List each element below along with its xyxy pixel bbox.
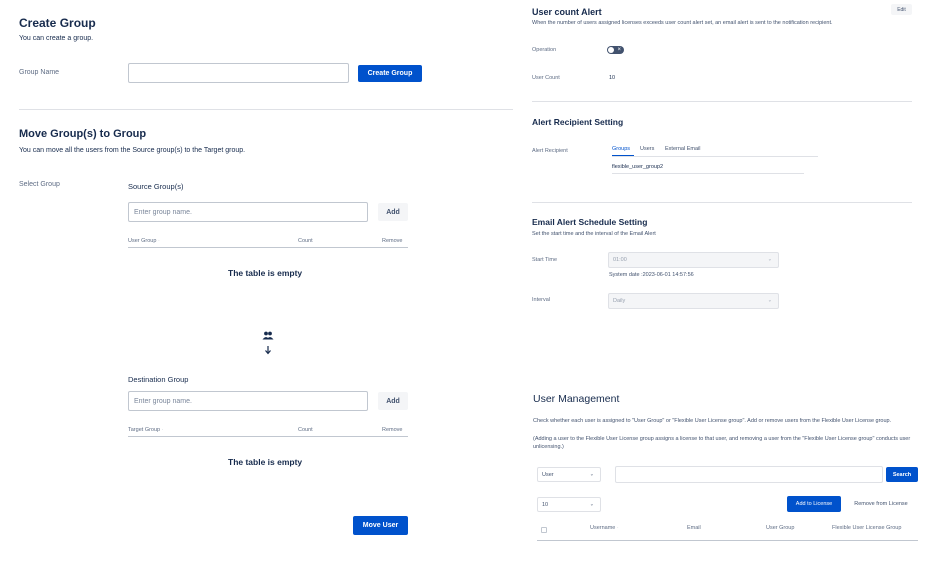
- destination-col-count: Count: [298, 427, 313, 433]
- destination-col-target-group[interactable]: Target Group ·: [128, 427, 163, 433]
- user-count-label: User Count: [532, 75, 560, 81]
- add-to-license-button[interactable]: Add to License: [787, 496, 841, 512]
- destination-empty-text: The table is empty: [228, 457, 303, 467]
- move-group-title: Move Group(s) to Group: [19, 128, 147, 140]
- col-user-group: User Group: [766, 525, 795, 531]
- group-name-label: Group Name: [19, 69, 60, 76]
- user-search-input[interactable]: [615, 466, 883, 483]
- move-group-description: You can move all the users from the Sour…: [19, 147, 246, 154]
- source-table-divider: [128, 247, 408, 248]
- create-group-description: You can create a group.: [19, 35, 94, 42]
- destination-add-button[interactable]: Add: [378, 392, 408, 410]
- source-group-label: Source Group(s): [128, 182, 184, 191]
- tab-external-email[interactable]: External Email: [665, 146, 700, 152]
- remove-from-license-button[interactable]: Remove from License: [844, 496, 918, 512]
- close-icon: ×: [617, 47, 621, 53]
- destination-table-divider: [128, 436, 408, 437]
- col-username[interactable]: Username ·: [590, 525, 619, 531]
- user-filter-select[interactable]: User ⌄: [537, 467, 601, 482]
- group-name-input[interactable]: [128, 63, 349, 83]
- source-col-count: Count: [298, 238, 313, 244]
- start-time-value: 01:00: [613, 257, 627, 263]
- chevron-down-icon: ⌄: [589, 471, 594, 478]
- source-add-button[interactable]: Add: [378, 203, 408, 221]
- user-management-note: (Adding a user to the Flexible User Lice…: [533, 436, 911, 450]
- alert-recipient-title: Alert Recipient Setting: [532, 117, 624, 127]
- chevron-down-icon: ⌄: [767, 297, 772, 304]
- edit-button[interactable]: Edit: [891, 4, 912, 15]
- search-button[interactable]: Search: [886, 467, 918, 482]
- destination-group-label: Destination Group: [128, 375, 189, 384]
- email-schedule-title: Email Alert Schedule Setting: [532, 217, 648, 227]
- move-user-button[interactable]: Move User: [353, 516, 408, 535]
- email-schedule-description: Set the start time and the interval of t…: [532, 231, 656, 237]
- source-col-remove: Remove: [382, 238, 403, 244]
- page-size-select[interactable]: 10 ⌄: [537, 497, 601, 512]
- sort-icon: ·: [156, 238, 160, 244]
- user-filter-value: User: [542, 471, 554, 478]
- operation-label: Operation: [532, 47, 557, 53]
- destination-group-input[interactable]: Enter group name.: [128, 391, 368, 411]
- sort-icon: ·: [160, 427, 164, 433]
- col-email: Email: [687, 525, 701, 531]
- user-table-divider: [537, 540, 918, 541]
- interval-select[interactable]: Daily ⌄: [608, 293, 779, 309]
- source-group-input[interactable]: Enter group name.: [128, 202, 368, 222]
- section-divider: [19, 109, 513, 110]
- select-all-checkbox[interactable]: [541, 527, 547, 533]
- interval-value: Daily: [613, 298, 626, 304]
- tab-users[interactable]: Users: [640, 146, 654, 152]
- user-management-title: User Management: [533, 393, 620, 405]
- alert-divider-1: [532, 101, 912, 102]
- arrow-down-icon: [264, 342, 272, 355]
- select-group-label: Select Group: [19, 181, 60, 188]
- user-count-value: 10: [609, 75, 616, 81]
- start-time-select[interactable]: 01:00 ⌄: [608, 252, 779, 268]
- recipient-value[interactable]: flexible_user_group2: [612, 164, 663, 170]
- users-icon: [262, 328, 274, 340]
- interval-label: Interval: [532, 297, 551, 303]
- start-time-label: Start Time: [532, 257, 558, 263]
- create-group-title: Create Group: [19, 16, 96, 30]
- sort-icon: ·: [615, 525, 619, 531]
- source-col-user-group[interactable]: User Group ·: [128, 238, 160, 244]
- source-empty-text: The table is empty: [228, 268, 303, 278]
- destination-col-remove: Remove: [382, 427, 403, 433]
- user-count-alert-title: User count Alert: [532, 7, 602, 17]
- col-flexible-license-group: Flexible User License Group: [832, 525, 902, 531]
- chevron-down-icon: ⌄: [589, 501, 594, 508]
- page-size-value: 10: [542, 501, 549, 508]
- user-count-alert-description: When the number of users assigned licens…: [532, 20, 833, 26]
- create-group-button[interactable]: Create Group: [358, 65, 422, 82]
- tabs-divider: [612, 156, 818, 157]
- user-management-description: Check whether each user is assigned to "…: [533, 418, 892, 424]
- recipient-underline: [612, 173, 804, 174]
- chevron-down-icon: ⌄: [767, 256, 772, 263]
- alert-divider-2: [532, 202, 912, 203]
- tab-groups[interactable]: Groups: [612, 146, 630, 152]
- operation-toggle[interactable]: ×: [607, 46, 624, 54]
- system-date: System date :2023-06-01 14:57:56: [609, 272, 694, 278]
- alert-recipient-label: Alert Recipient: [532, 148, 568, 154]
